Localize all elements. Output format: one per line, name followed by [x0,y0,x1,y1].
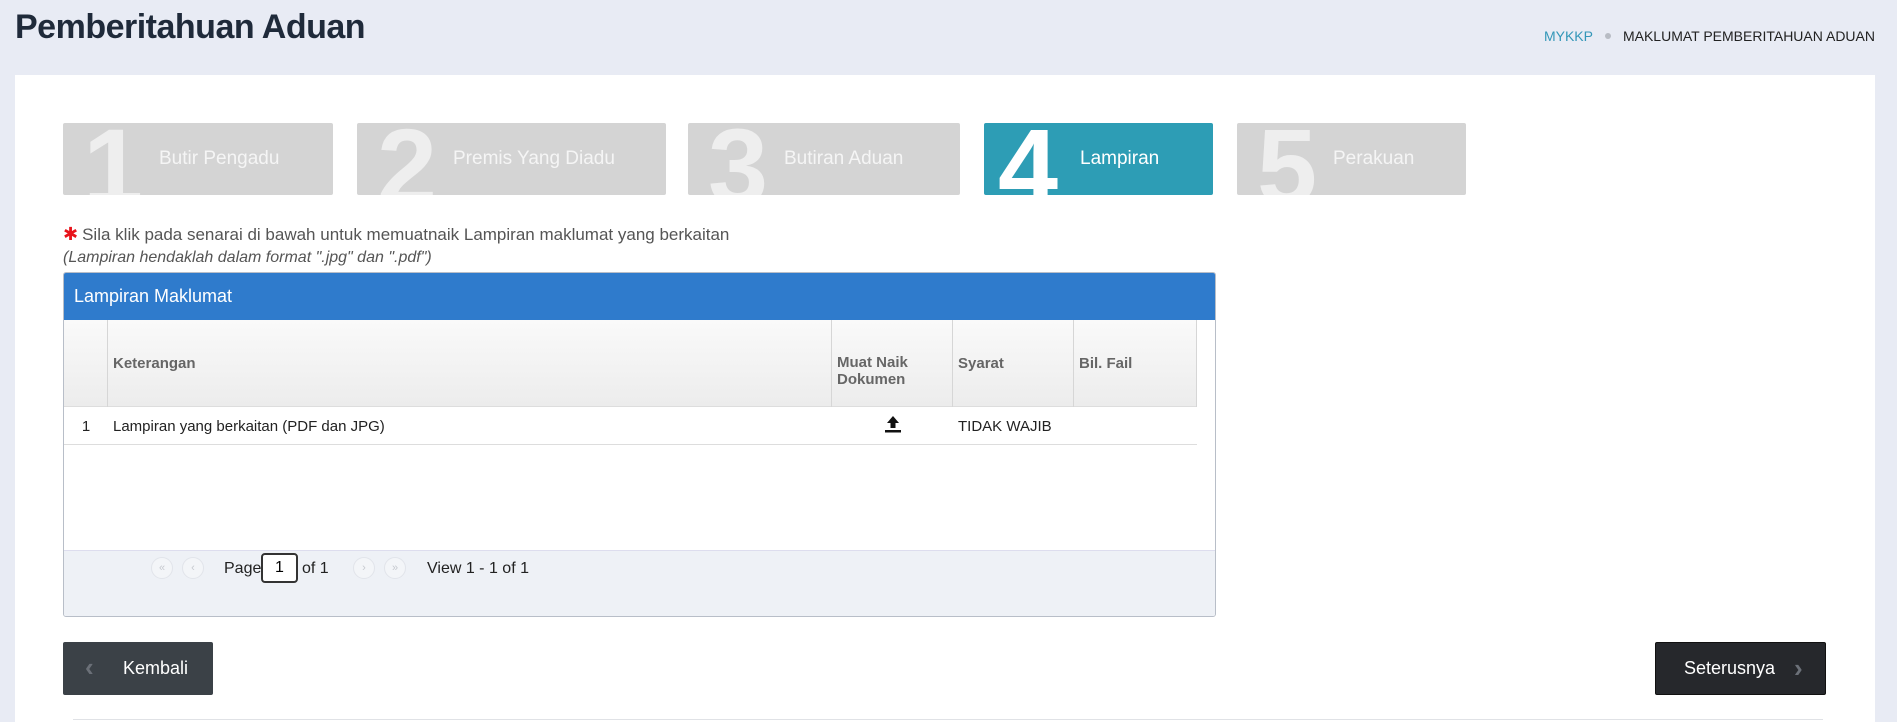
page-title: Pemberitahuan Aduan [15,8,366,46]
format-note: (Lampiran hendaklah dalam format ".jpg" … [63,249,432,266]
last-page-icon[interactable]: » [384,557,406,579]
attachments-grid: Lampiran Maklumat Keterangan Muat Naik D… [63,272,1216,617]
divider [73,719,1823,720]
step-premis-yang-diadu[interactable]: 2 Premis Yang Diadu [357,123,666,195]
step-label: Butiran Aduan [784,148,904,169]
instruction-label: Sila klik pada senarai di bawah untuk me… [82,225,730,244]
step-number: 3 [708,123,769,195]
breadcrumb-home-link[interactable]: MYKKP [1544,28,1593,44]
row-number: 1 [81,417,91,435]
column-header-bil-fail[interactable]: Bil. Fail [1074,320,1197,407]
column-header-muat-naik[interactable]: Muat Naik Dokumen [832,320,953,407]
step-label: Butir Pengadu [159,148,280,169]
instruction-text: ✱ Sila klik pada senarai di bawah untuk m… [63,224,729,245]
grid-title: Lampiran Maklumat [64,273,1215,320]
chevron-left-icon: ‹ [85,652,94,682]
step-number: 1 [83,123,144,195]
pager-page-label: Page [224,560,262,577]
pager-of-label: of 1 [302,560,329,577]
next-button[interactable]: Seterusnya › [1655,642,1826,695]
step-number: 2 [377,123,438,195]
row-bil-fail [1074,407,1197,445]
row-upload-cell [832,407,953,445]
chevron-right-icon: › [1794,653,1803,683]
back-button-label: Kembali [123,658,189,678]
table-row[interactable]: 1 Lampiran yang berkaitan (PDF dan JPG) … [64,407,1197,445]
step-label: Lampiran [1080,148,1160,169]
column-header-number[interactable] [64,320,108,407]
step-label: Premis Yang Diadu [453,148,615,169]
step-label: Perakuan [1333,148,1415,169]
grid-header-row: Keterangan Muat Naik Dokumen Syarat Bil.… [64,320,1197,407]
prev-page-icon[interactable]: ‹ [182,557,204,579]
breadcrumb-current: MAKLUMAT PEMBERITAHUAN ADUAN [1622,28,1875,44]
form-card: 1 Butir Pengadu 2 Premis Yang Diadu 3 Bu… [15,75,1875,722]
step-perakuan[interactable]: 5 Perakuan [1237,123,1466,195]
step-lampiran[interactable]: 4 Lampiran [984,123,1213,195]
step-number: 4 [998,123,1059,195]
step-number: 5 [1257,123,1318,195]
step-butiran-aduan[interactable]: 3 Butiran Aduan [688,123,960,195]
next-page-icon[interactable]: › [353,557,375,579]
first-page-icon[interactable]: « [151,557,173,579]
upload-icon[interactable] [883,414,903,438]
breadcrumb-separator [1604,33,1611,39]
pager-view-info: View 1 - 1 of 1 [427,560,529,577]
grid-pager: « ‹ Page of 1 › » View 1 - 1 of 1 [64,550,1215,616]
step-butir-pengadu[interactable]: 1 Butir Pengadu [63,123,333,195]
page-number-input[interactable] [261,553,298,583]
column-header-keterangan[interactable]: Keterangan [108,320,832,407]
next-button-label: Seterusnya [1684,658,1776,678]
back-button[interactable]: ‹ Kembali [63,642,213,695]
column-header-syarat[interactable]: Syarat [953,320,1074,407]
breadcrumb: MYKKP MAKLUMAT PEMBERITAHUAN ADUAN [1544,28,1875,44]
required-asterisk-icon: ✱ [63,224,79,244]
row-keterangan: Lampiran yang berkaitan (PDF dan JPG) [113,417,385,435]
row-syarat: TIDAK WAJIB [958,417,1052,435]
